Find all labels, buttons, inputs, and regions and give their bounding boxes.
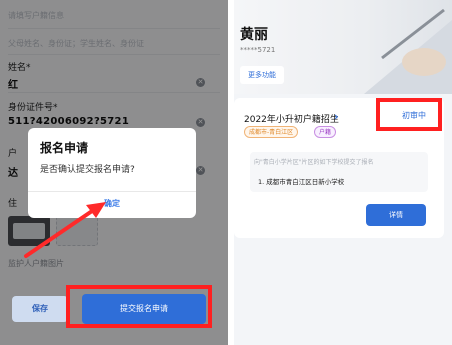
detail-button[interactable]: 详情 <box>366 204 426 226</box>
status-highlight-box <box>376 98 442 131</box>
red-arrow-annotation <box>24 202 106 258</box>
district-tag: 成都市-青白江区 <box>244 126 299 138</box>
school-name: 1. 成都市青白江区日新小学校 <box>258 178 345 186</box>
hukou-tag: 户籍 <box>314 126 337 138</box>
user-phone: *****5721 <box>240 46 276 54</box>
chevron-right-icon[interactable]: › <box>334 110 339 123</box>
left-phone-screen: 请填写户籍信息 父母姓名、身份证；学生姓名、身份证 姓名* 红 ✕ 身份证件号*… <box>0 0 228 345</box>
school-hint: 向"青白小学片区"片区的如下学校提交了报名 <box>254 159 374 166</box>
enrollment-title[interactable]: 2022年小升初户籍招生 <box>244 112 339 125</box>
more-functions-button[interactable]: 更多功能 <box>240 66 284 84</box>
right-phone-screen: 黄丽 *****5721 更多功能 2022年小升初户籍招生 › 初审中 成都市… <box>234 0 452 345</box>
pen-illustration <box>364 8 452 94</box>
user-name: 黄丽 <box>240 27 268 43</box>
